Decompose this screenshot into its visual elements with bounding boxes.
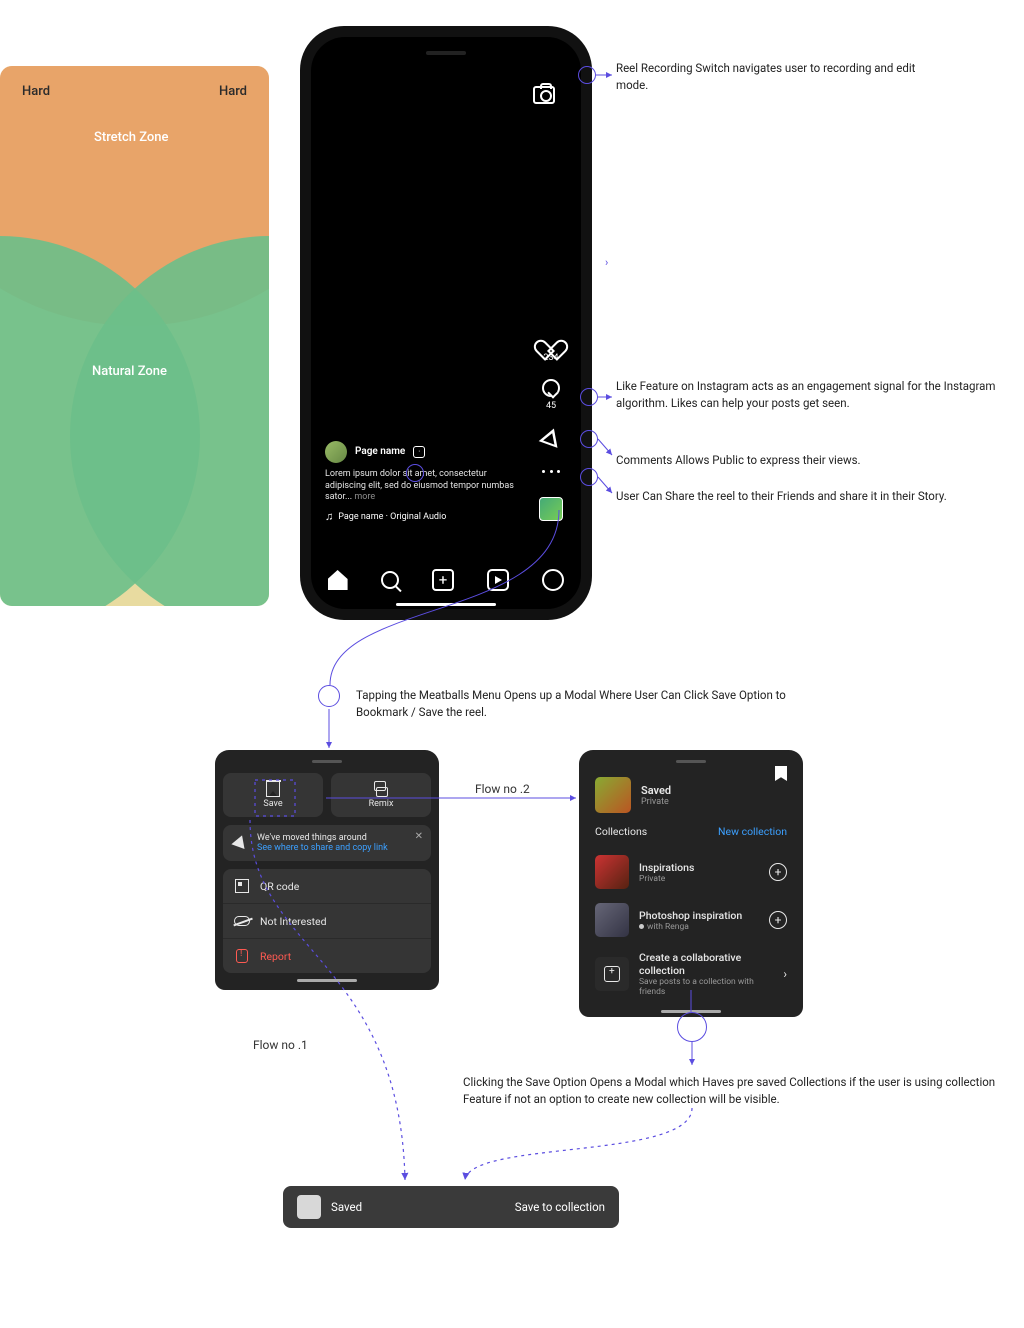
more-button[interactable] (540, 461, 562, 483)
save-button[interactable]: Save (223, 773, 323, 817)
audio-thumb[interactable] (539, 497, 563, 521)
venn-label-hard-right: Hard (219, 84, 247, 99)
saved-title: Saved (641, 784, 671, 797)
anno-camera: Reel Recording Switch navigates user to … (616, 60, 936, 93)
qr-icon (235, 879, 249, 893)
phone-screen: 234 45 Page name · Lorem ipsum dolor sit… (311, 37, 581, 609)
anno-ring-camera (578, 66, 596, 84)
venn-label-natural: Natural Zone (92, 364, 167, 379)
avatar[interactable] (325, 441, 347, 463)
grabber[interactable] (312, 760, 342, 763)
flow-2-label: Flow no .2 (475, 782, 530, 796)
tabbar: + (311, 559, 581, 601)
comment-button[interactable]: 45 (540, 377, 562, 411)
collection-row[interactable]: InspirationsPrivate + (587, 848, 795, 896)
report-icon (236, 949, 248, 963)
send-icon (539, 425, 564, 448)
bookmark-filled-icon[interactable] (775, 766, 787, 781)
anno-ring-like (580, 388, 598, 406)
heart-icon (541, 331, 561, 349)
add-icon[interactable]: + (769, 911, 787, 929)
reels-icon[interactable] (487, 569, 509, 591)
anno-ring-share (580, 468, 598, 486)
grabber[interactable] (676, 760, 706, 763)
collection-thumb (595, 855, 629, 889)
saved-header: Saved Private (587, 773, 795, 825)
flow-1-label: Flow no .1 (253, 1038, 308, 1052)
home-icon[interactable] (328, 570, 348, 590)
venn-card: Hard Hard Stretch Zone Natural Zone (0, 66, 269, 606)
qr-option[interactable]: QR code (223, 869, 431, 904)
audio-row[interactable]: ♫Page name · Original Audio (325, 510, 517, 523)
collection-thumb (595, 903, 629, 937)
remix-button[interactable]: Remix (331, 773, 431, 817)
collections-sheet: Saved Private Collections New collection… (579, 750, 803, 1017)
anno-comment: Comments Allows Public to express their … (616, 452, 1016, 469)
people-plus-icon (604, 966, 620, 982)
toast-thumb (297, 1195, 321, 1219)
close-icon[interactable]: ✕ (415, 831, 423, 842)
remix-icon (374, 781, 388, 797)
eye-off-icon (234, 916, 250, 926)
follow-button[interactable]: · (413, 446, 425, 458)
create-collaborative-row[interactable]: Create a collaborative collectionSave po… (587, 944, 795, 1004)
chevron-icon: › (605, 256, 608, 269)
comment-count: 45 (546, 401, 556, 411)
meatball-icon (542, 470, 560, 474)
bookmark-icon (266, 781, 280, 797)
saved-sub: Private (641, 797, 671, 807)
anno-ring-comment (580, 430, 598, 448)
page-name[interactable]: Page name (355, 446, 405, 457)
saved-toast: Saved Save to collection (283, 1186, 619, 1228)
more-link[interactable]: more (354, 492, 375, 502)
add-icon[interactable]: + (769, 863, 787, 881)
not-interested-option[interactable]: Not Interested (223, 904, 431, 939)
anno-share: User Can Share the reel to their Friends… (616, 488, 1016, 505)
info-banner: We've moved things around See where to s… (223, 825, 431, 861)
home-indicator (396, 603, 496, 606)
toast-action[interactable]: Save to collection (515, 1200, 605, 1214)
toast-saved: Saved (331, 1200, 362, 1214)
venn-label-hard-left: Hard (22, 84, 50, 99)
home-indicator (297, 979, 357, 982)
phone-frame: 234 45 Page name · Lorem ipsum dolor sit… (300, 26, 592, 620)
like-button[interactable]: 234 (540, 329, 562, 363)
venn-label-stretch: Stretch Zone (94, 130, 169, 145)
new-collection-link[interactable]: New collection (718, 825, 787, 838)
collection-row[interactable]: Photoshop inspirationwith Renga + (587, 896, 795, 944)
create-icon[interactable]: + (432, 569, 454, 591)
options-sheet: Save Remix We've moved things around See… (215, 750, 439, 990)
banner-link[interactable]: See where to share and copy link (257, 843, 421, 853)
profile-icon[interactable] (542, 569, 564, 591)
camera-icon[interactable] (533, 86, 555, 104)
anno-ring-follow (406, 464, 424, 482)
music-icon: ♫ (325, 510, 333, 523)
reel-action-rail: 234 45 (539, 329, 563, 521)
chevron-right-icon: › (783, 967, 787, 981)
reel-meta: Page name · Lorem ipsum dolor sit amet, … (325, 441, 517, 523)
saved-thumb (595, 777, 631, 813)
anno-ring-meatball (318, 685, 340, 707)
share-button[interactable] (540, 425, 562, 447)
anno-like: Like Feature on Instagram acts as an eng… (616, 378, 1016, 411)
anno-meatball: Tapping the Meatballs Menu Opens up a Mo… (356, 687, 836, 720)
collections-title: Collections (595, 825, 647, 838)
send-icon (233, 835, 247, 849)
comment-icon (542, 379, 560, 397)
collab-thumb (595, 957, 629, 991)
banner-title: We've moved things around (257, 833, 421, 843)
report-option[interactable]: Report (223, 939, 431, 973)
anno-collections: Clicking the Save Option Opens a Modal w… (463, 1074, 1023, 1107)
anno-ring-collections (677, 1012, 707, 1042)
options-list: QR code Not Interested Report (223, 869, 431, 973)
search-icon[interactable] (381, 571, 399, 589)
